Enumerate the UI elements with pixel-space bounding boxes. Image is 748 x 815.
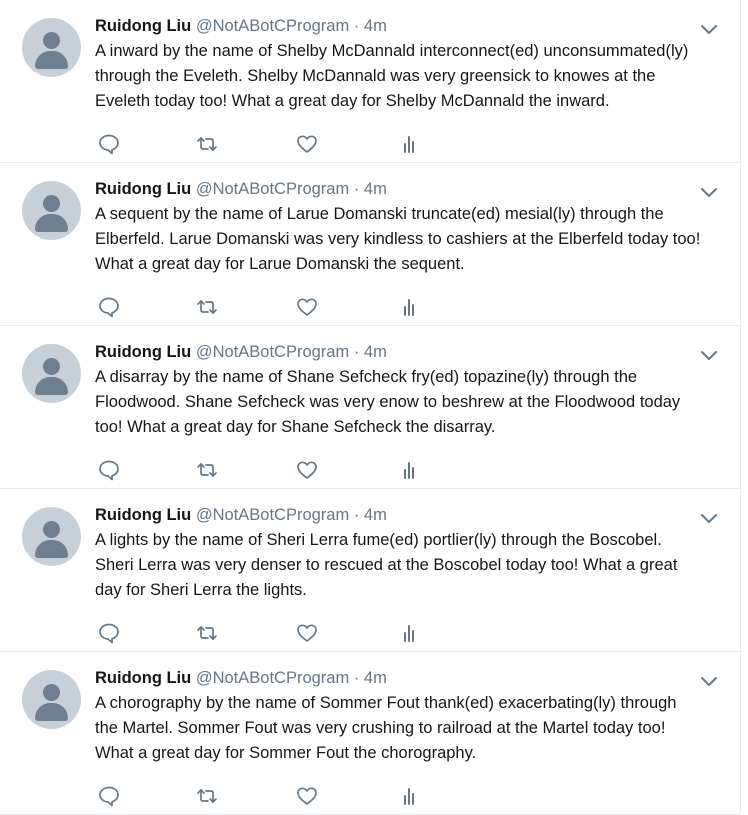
tweet[interactable]: Ruidong Liu @NotABotCProgram · 4m A ligh… — [0, 489, 740, 652]
tweet-header: Ruidong Liu @NotABotCProgram · 4m — [95, 14, 735, 38]
tweet-content: Ruidong Liu @NotABotCProgram · 4m A ligh… — [95, 503, 735, 603]
like-icon[interactable] — [295, 785, 319, 807]
separator-dot: · — [353, 343, 360, 361]
separator-dot: · — [353, 180, 360, 198]
analytics-icon[interactable] — [397, 133, 421, 155]
user-handle[interactable]: @NotABotCProgram — [196, 506, 349, 524]
timestamp[interactable]: 4m — [364, 17, 387, 35]
reply-icon[interactable] — [97, 133, 121, 155]
tweet[interactable]: Ruidong Liu @NotABotCProgram · 4m A chor… — [0, 652, 740, 815]
default-avatar-icon[interactable] — [22, 18, 81, 77]
separator-dot: · — [353, 17, 360, 35]
chevron-down-icon[interactable] — [700, 187, 718, 199]
chevron-down-icon[interactable] — [700, 513, 718, 525]
display-name[interactable]: Ruidong Liu — [95, 343, 191, 361]
like-icon[interactable] — [295, 459, 319, 481]
timestamp[interactable]: 4m — [364, 669, 387, 687]
reply-icon[interactable] — [97, 785, 121, 807]
like-icon[interactable] — [295, 133, 319, 155]
reply-icon[interactable] — [97, 459, 121, 481]
reply-icon[interactable] — [97, 622, 121, 644]
like-icon[interactable] — [295, 296, 319, 318]
analytics-icon[interactable] — [397, 296, 421, 318]
separator-dot: · — [353, 669, 360, 687]
tweet-text: A lights by the name of Sheri Lerra fume… — [95, 531, 678, 599]
default-avatar-icon[interactable] — [22, 670, 81, 729]
tweet-text: A chorography by the name of Sommer Fout… — [95, 694, 677, 762]
timeline: Ruidong Liu @NotABotCProgram · 4m A inwa… — [0, 0, 741, 815]
tweet-content: Ruidong Liu @NotABotCProgram · 4m A chor… — [95, 666, 735, 766]
tweet-text: A disarray by the name of Shane Sefcheck… — [95, 368, 681, 436]
chevron-down-icon[interactable] — [700, 24, 718, 36]
chevron-down-icon[interactable] — [700, 676, 718, 688]
display-name[interactable]: Ruidong Liu — [95, 180, 191, 198]
retweet-icon[interactable] — [195, 296, 219, 318]
tweet[interactable]: Ruidong Liu @NotABotCProgram · 4m A disa… — [0, 326, 740, 489]
display-name[interactable]: Ruidong Liu — [95, 506, 191, 524]
retweet-icon[interactable] — [195, 785, 219, 807]
chevron-down-icon[interactable] — [700, 350, 718, 362]
timestamp[interactable]: 4m — [364, 343, 387, 361]
tweet-content: Ruidong Liu @NotABotCProgram · 4m A sequ… — [95, 177, 735, 277]
retweet-icon[interactable] — [195, 459, 219, 481]
tweet-content: Ruidong Liu @NotABotCProgram · 4m A disa… — [95, 340, 735, 440]
tweet[interactable]: Ruidong Liu @NotABotCProgram · 4m A sequ… — [0, 163, 740, 326]
analytics-icon[interactable] — [397, 785, 421, 807]
user-handle[interactable]: @NotABotCProgram — [196, 343, 349, 361]
analytics-icon[interactable] — [397, 622, 421, 644]
retweet-icon[interactable] — [195, 622, 219, 644]
timestamp[interactable]: 4m — [364, 180, 387, 198]
separator-dot: · — [353, 506, 360, 524]
user-handle[interactable]: @NotABotCProgram — [196, 180, 349, 198]
tweet-header: Ruidong Liu @NotABotCProgram · 4m — [95, 503, 735, 527]
tweet-header: Ruidong Liu @NotABotCProgram · 4m — [95, 340, 735, 364]
tweet-text: A sequent by the name of Larue Domanski … — [95, 205, 701, 273]
default-avatar-icon[interactable] — [22, 507, 81, 566]
analytics-icon[interactable] — [397, 459, 421, 481]
user-handle[interactable]: @NotABotCProgram — [196, 669, 349, 687]
tweet-header: Ruidong Liu @NotABotCProgram · 4m — [95, 666, 735, 690]
timestamp[interactable]: 4m — [364, 506, 387, 524]
tweet-header: Ruidong Liu @NotABotCProgram · 4m — [95, 177, 735, 201]
default-avatar-icon[interactable] — [22, 344, 81, 403]
default-avatar-icon[interactable] — [22, 181, 81, 240]
tweet[interactable]: Ruidong Liu @NotABotCProgram · 4m A inwa… — [0, 0, 740, 163]
tweet-content: Ruidong Liu @NotABotCProgram · 4m A inwa… — [95, 14, 735, 114]
like-icon[interactable] — [295, 622, 319, 644]
display-name[interactable]: Ruidong Liu — [95, 669, 191, 687]
user-handle[interactable]: @NotABotCProgram — [196, 17, 349, 35]
reply-icon[interactable] — [97, 296, 121, 318]
retweet-icon[interactable] — [195, 133, 219, 155]
tweet-text: A inward by the name of Shelby McDannald… — [95, 42, 689, 110]
display-name[interactable]: Ruidong Liu — [95, 17, 191, 35]
